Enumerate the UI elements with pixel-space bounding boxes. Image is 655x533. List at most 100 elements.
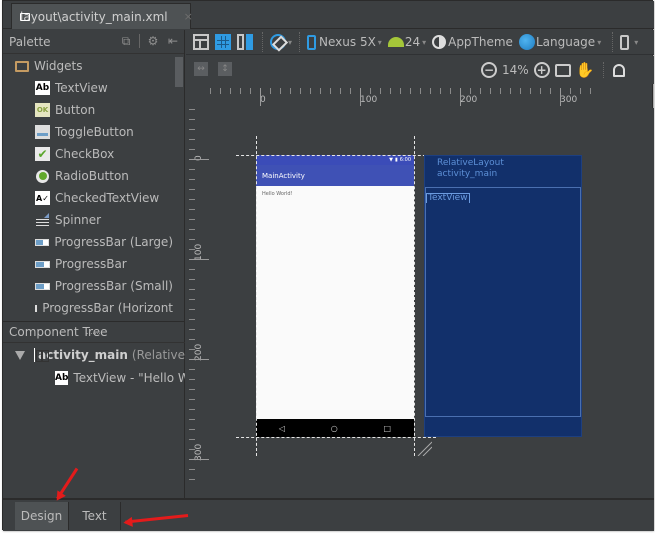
- blueprint-preview[interactable]: RelativeLayout activity_main TextView: [424, 155, 582, 437]
- rotate-icon: [270, 34, 286, 50]
- ruler-tick: [360, 88, 361, 106]
- hide-panel-icon[interactable]: ⇤: [166, 34, 180, 48]
- file-tab-activity-main[interactable]: layout\activity_main.xml ×: [11, 3, 193, 29]
- ruler-tick: [189, 389, 195, 390]
- ruler-tick: [189, 269, 195, 270]
- layout-variants-dropdown[interactable]: ▾: [617, 31, 641, 53]
- app-bar: MainActivity: [256, 165, 414, 186]
- guide-line: [236, 437, 436, 438]
- ruler-tick: [189, 449, 195, 450]
- device-preview[interactable]: ▼ ▮ 6:00 MainActivity Hello World! ◁ ○ □: [256, 155, 414, 437]
- ruler-tick: [189, 229, 195, 230]
- ruler-tick: [230, 88, 231, 94]
- component-tree-title: Component Tree: [9, 325, 108, 339]
- notifications-bell-icon[interactable]: [613, 63, 626, 77]
- tree-node-activity-main[interactable]: activity_main (Relative: [3, 344, 185, 366]
- tree-node-textview[interactable]: Ab TextView - "Hello W: [3, 367, 185, 389]
- ruler-tick: [380, 88, 381, 94]
- ruler-tick: [189, 479, 195, 480]
- toolbar-separator: [299, 32, 301, 52]
- ruler-tick: [560, 88, 561, 106]
- ruler-tick: [490, 88, 491, 94]
- ruler-tick: [400, 88, 401, 94]
- guide-line: [256, 136, 257, 456]
- ruler-label: 100: [360, 95, 378, 105]
- palette-item-togglebutton[interactable]: ToggleButton: [3, 121, 173, 143]
- design-mode-button[interactable]: [190, 31, 212, 53]
- design-blueprint-icon: [237, 34, 255, 50]
- item-label: TextView: [55, 81, 108, 95]
- progressbar-icon: [35, 279, 50, 293]
- toolbar-separator: [603, 62, 605, 78]
- palette-item-progressbar-large[interactable]: ProgressBar (Large): [3, 231, 173, 253]
- ruler-tick: [189, 259, 209, 260]
- ruler-tick: [189, 379, 195, 380]
- palette-item-radiobutton[interactable]: RadioButton: [3, 165, 173, 187]
- device-label: Nexus 5X: [319, 35, 376, 49]
- ruler-tick: [189, 369, 195, 370]
- ruler-tick: [189, 199, 195, 200]
- wifi-icon: ▼: [389, 157, 393, 163]
- zoom-out-icon[interactable]: −: [481, 62, 497, 78]
- palette-group-widgets[interactable]: Widgets: [3, 55, 173, 77]
- palette-item-textview[interactable]: Ab TextView: [3, 77, 173, 99]
- item-label: ProgressBar (Horizont: [42, 301, 173, 315]
- editor-tab-bar: layout\activity_main.xml ×: [3, 1, 654, 29]
- blueprint-layout-label: RelativeLayout activity_main: [437, 158, 504, 180]
- palette-item-progressbar-horizontal[interactable]: ProgressBar (Horizont: [3, 297, 173, 317]
- palette-item-button[interactable]: OK Button: [3, 99, 173, 121]
- resize-handle-icon[interactable]: [416, 440, 432, 456]
- horizontal-ruler: 0 100 200 300: [186, 85, 599, 107]
- palette-item-checkbox[interactable]: ✔ CheckBox: [3, 143, 173, 165]
- api-level-dropdown[interactable]: 24 ▾: [385, 31, 429, 53]
- vertical-ruler: 0 100 200 300: [186, 85, 209, 485]
- ruler-tick: [189, 349, 195, 350]
- device-dropdown[interactable]: Nexus 5X ▾: [304, 31, 385, 53]
- palette-title: Palette: [9, 34, 51, 49]
- tab-design[interactable]: Design: [15, 502, 69, 530]
- item-label: Spinner: [55, 213, 102, 227]
- expand-horizontal-icon[interactable]: ↔: [194, 62, 208, 76]
- ruler-tick: [189, 119, 195, 120]
- progressbar-icon: [35, 301, 38, 315]
- blueprint-textview[interactable]: TextView: [426, 193, 470, 203]
- scrollbar-thumb[interactable]: [175, 57, 183, 87]
- expand-triangle-icon[interactable]: [15, 350, 25, 360]
- ruler-tick: [320, 88, 321, 94]
- ruler-tick: [500, 88, 501, 94]
- tree-node-label: TextView - "Hello W: [73, 371, 185, 385]
- language-dropdown[interactable]: Language ▾: [516, 31, 604, 53]
- tab-text[interactable]: Text: [69, 502, 121, 530]
- blueprint-mode-button[interactable]: [212, 31, 234, 53]
- ruler-tick: [550, 88, 551, 94]
- ruler-tick: [290, 88, 291, 94]
- ruler-tick: [480, 88, 481, 94]
- ruler-tick: [250, 88, 251, 94]
- palette-item-progressbar-small[interactable]: ProgressBar (Small): [3, 275, 173, 297]
- folder-icon: [15, 60, 29, 72]
- ruler-tick: [189, 159, 209, 160]
- toolbar-separator: [262, 32, 263, 52]
- textview-icon: Ab: [35, 81, 50, 95]
- zoom-to-fit-icon[interactable]: [554, 63, 571, 77]
- collapse-icon[interactable]: ⧉: [119, 34, 133, 48]
- zoom-in-icon[interactable]: +: [533, 62, 550, 78]
- palette-scrollbar[interactable]: [174, 55, 184, 317]
- palette-item-spinner[interactable]: Spinner: [3, 209, 173, 231]
- theme-button[interactable]: AppTheme: [429, 31, 516, 53]
- close-tab-icon[interactable]: ×: [184, 10, 193, 23]
- both-mode-button[interactable]: [234, 31, 258, 53]
- gear-icon[interactable]: ⚙: [146, 34, 160, 48]
- design-canvas[interactable]: ▼ ▮ 6:00 MainActivity Hello World! ◁ ○ □…: [210, 108, 654, 498]
- tree-node-type: (Relative: [131, 348, 185, 362]
- expand-vertical-icon[interactable]: ↕: [218, 62, 232, 76]
- orientation-button[interactable]: ▾: [267, 31, 295, 53]
- pan-hand-icon[interactable]: ✋: [576, 61, 595, 79]
- ruler-tick: [189, 149, 195, 150]
- palette-item-progressbar[interactable]: ProgressBar: [3, 253, 173, 275]
- item-label: CheckedTextView: [55, 191, 160, 205]
- hello-world-textview[interactable]: Hello World!: [262, 191, 414, 197]
- phone-icon: [307, 34, 317, 50]
- left-panel: Palette ⧉ ⚙ ⇤ Widgets Ab TextView OK Butto…: [3, 30, 185, 498]
- palette-item-checkedtextview[interactable]: A✓ CheckedTextView: [3, 187, 173, 209]
